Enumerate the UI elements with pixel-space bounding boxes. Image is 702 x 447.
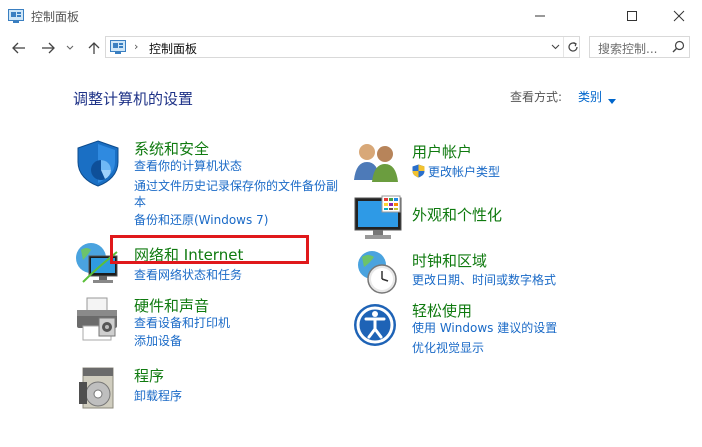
chevron-down-icon <box>66 45 74 50</box>
programs-title[interactable]: 程序 <box>134 365 164 386</box>
page-title: 调整计算机的设置 <box>73 90 194 108</box>
up-button[interactable] <box>84 37 104 59</box>
link-change-account-type[interactable]: 更改帐户类型 <box>428 163 500 181</box>
view-by-dropdown[interactable]: 类别 <box>578 88 602 105</box>
programs-icon[interactable] <box>73 364 123 417</box>
close-icon <box>673 10 685 22</box>
ease-of-access-title[interactable]: 轻松使用 <box>412 300 472 321</box>
arrow-right-icon <box>42 42 55 54</box>
address-bar[interactable]: › 控制面板 <box>105 36 580 58</box>
link-optimize-visual-display[interactable]: 优化视觉显示 <box>412 339 484 357</box>
link-windows-recommended-settings[interactable]: 使用 Windows 建议的设置 <box>412 319 557 337</box>
link-backup-restore[interactable]: 备份和还原(Windows 7) <box>134 211 268 229</box>
shield-icon[interactable] <box>73 138 123 191</box>
user-accounts-title[interactable]: 用户帐户 <box>412 141 472 162</box>
forward-button[interactable] <box>38 37 58 59</box>
clock-region-title[interactable]: 时钟和区域 <box>412 250 487 271</box>
refresh-icon <box>567 41 578 52</box>
refresh-button[interactable] <box>563 37 581 57</box>
close-button[interactable] <box>656 0 702 32</box>
search-placeholder: 搜索控制... <box>598 42 658 56</box>
link-uninstall-program[interactable]: 卸载程序 <box>134 387 182 405</box>
appearance-monitor-icon[interactable] <box>352 194 404 245</box>
user-accounts-icon[interactable] <box>352 140 402 189</box>
minimize-button[interactable] <box>517 0 563 32</box>
link-change-date-time-format[interactable]: 更改日期、时间或数字格式 <box>412 271 556 289</box>
clock-globe-icon[interactable] <box>352 247 402 300</box>
link-view-network-status[interactable]: 查看网络状态和任务 <box>134 266 242 284</box>
ease-of-access-icon[interactable] <box>352 302 398 351</box>
address-dropdown-button[interactable] <box>547 38 563 56</box>
search-icon[interactable] <box>672 40 685 56</box>
minimize-icon <box>535 15 545 17</box>
hardware-sound-title[interactable]: 硬件和声音 <box>134 295 209 316</box>
recent-locations-button[interactable] <box>63 37 77 59</box>
title-bar: 控制面板 <box>0 0 702 32</box>
arrow-left-icon <box>12 42 25 54</box>
control-panel-icon <box>110 40 126 57</box>
system-security-title[interactable]: 系统和安全 <box>134 138 209 159</box>
uac-shield-icon <box>412 164 425 181</box>
link-view-computer-status[interactable]: 查看你的计算机状态 <box>134 157 242 175</box>
view-by-label: 查看方式: <box>510 90 563 104</box>
maximize-button[interactable] <box>609 0 655 32</box>
breadcrumb-separator[interactable]: › <box>134 40 138 53</box>
link-file-history-backup[interactable]: 通过文件历史记录保存你的文件备份副 <box>134 177 338 195</box>
appearance-personalization-title[interactable]: 外观和个性化 <box>412 204 502 225</box>
chevron-down-icon <box>551 44 559 50</box>
link-view-devices-printers[interactable]: 查看设备和打印机 <box>134 314 230 332</box>
printer-icon[interactable] <box>73 296 123 349</box>
maximize-icon <box>627 11 637 21</box>
back-button[interactable] <box>9 37 29 59</box>
control-panel-icon <box>8 9 24 26</box>
link-file-history-backup-cont[interactable]: 本 <box>134 193 146 211</box>
caret-down-icon[interactable] <box>608 93 616 107</box>
arrow-up-icon <box>88 42 100 54</box>
window-title: 控制面板 <box>31 10 80 24</box>
breadcrumb-control-panel[interactable]: 控制面板 <box>149 40 197 57</box>
search-box[interactable]: 搜索控制... <box>589 36 690 58</box>
link-add-device[interactable]: 添加设备 <box>134 332 182 350</box>
highlight-box <box>110 235 309 264</box>
